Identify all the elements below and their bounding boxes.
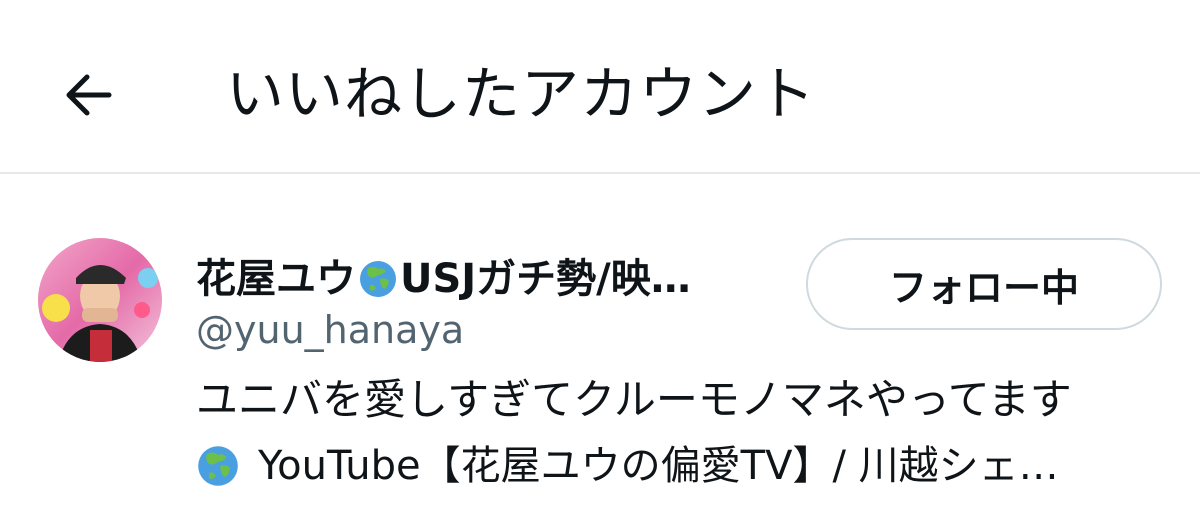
page-title: いいねしたアカウント <box>226 60 817 128</box>
avatar[interactable] <box>38 238 162 362</box>
user-list-item[interactable]: 花屋ユウ USJガチ勢/映… @yuu_hanaya フォロー中 ユニバを愛しす… <box>0 176 1200 523</box>
bio-text: ユニバを愛しすぎてクルーモノマネやってます <box>196 375 1072 424</box>
bio-link-text: YouTube【花屋ユウの偏愛TV】/ 川越シェ… <box>258 443 1059 489</box>
username-handle[interactable]: @yuu_hanaya <box>196 306 464 354</box>
display-name-text: 花屋ユウ <box>196 256 356 302</box>
top-app-bar: いいねしたアカウント <box>0 0 1200 174</box>
back-button[interactable] <box>52 58 126 132</box>
globe-asia-icon <box>198 446 238 486</box>
avatar-image <box>38 238 162 362</box>
arrow-left-icon <box>66 74 112 116</box>
bio-text-line2: YouTube【花屋ユウの偏愛TV】/ 川越シェ… <box>196 438 1059 494</box>
display-name[interactable]: 花屋ユウ USJガチ勢/映… <box>196 254 691 304</box>
globe-asia-icon <box>360 261 396 297</box>
following-button[interactable]: フォロー中 <box>806 238 1162 330</box>
display-name-suffix: USJガチ勢/映… <box>400 256 691 302</box>
